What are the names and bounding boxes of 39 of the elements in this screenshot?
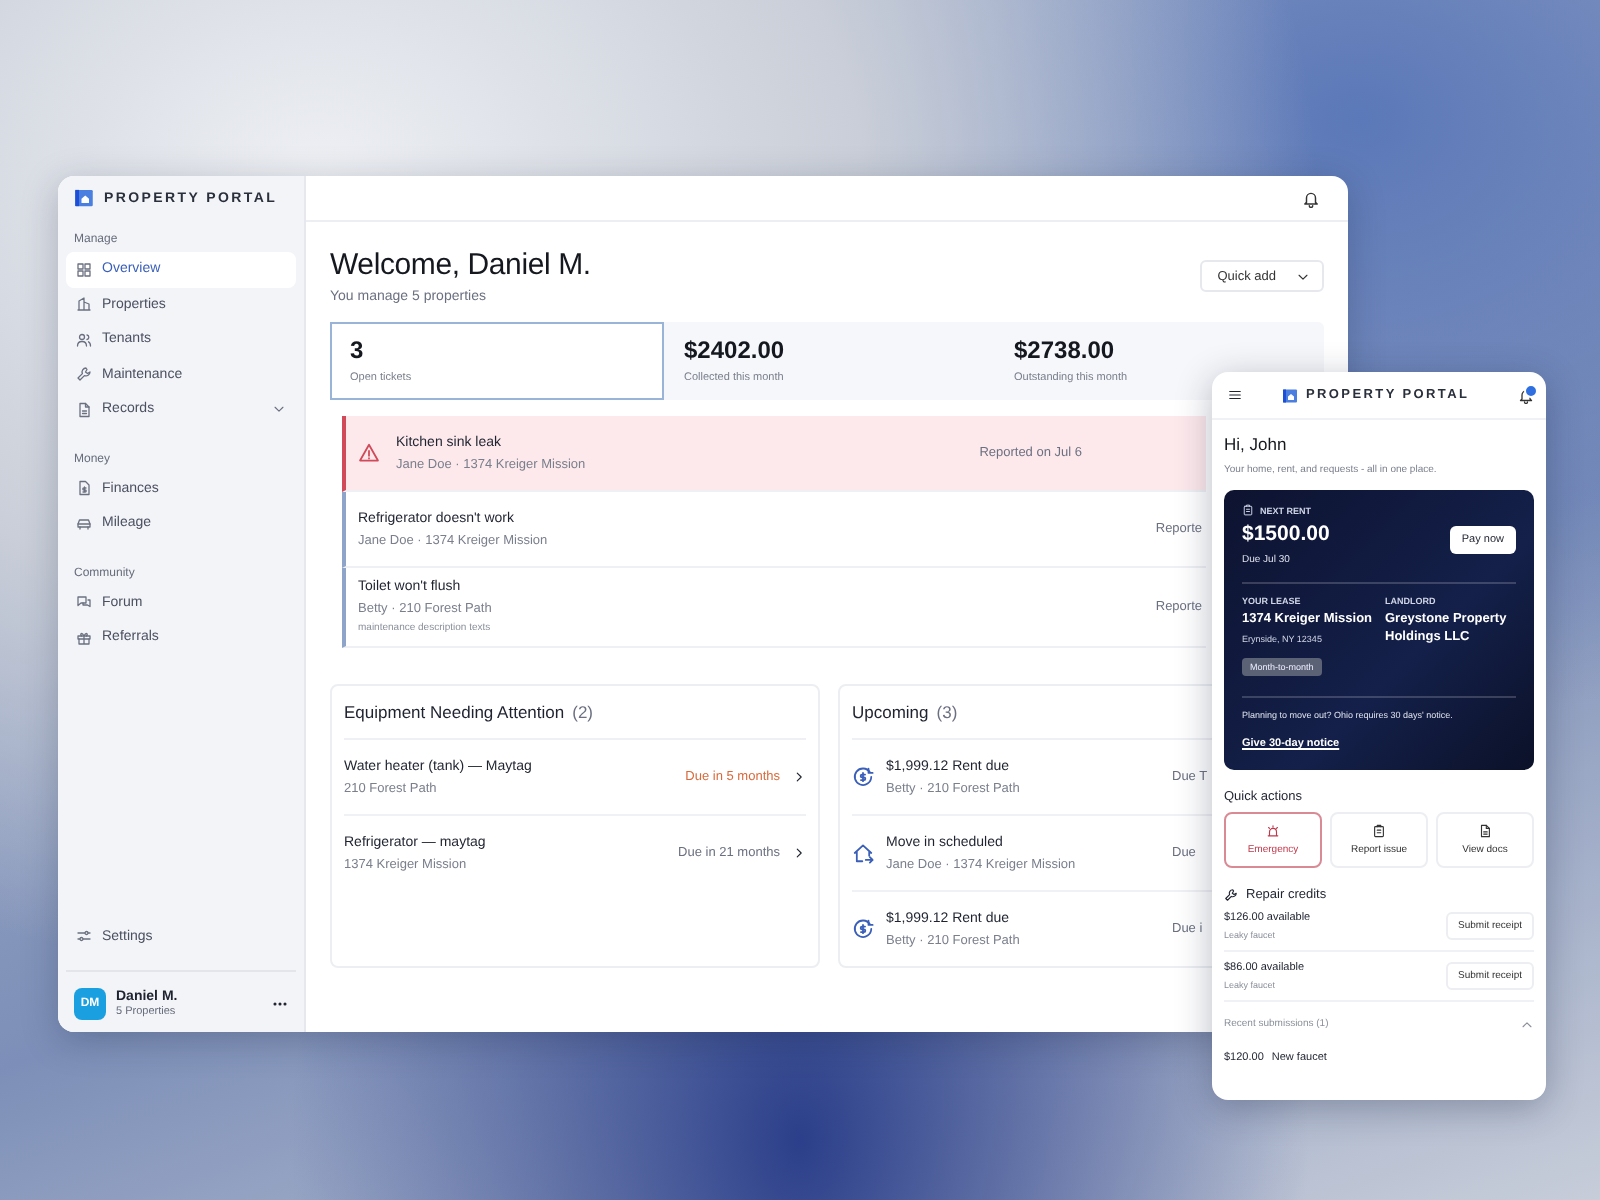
stat-value: $2402.00: [684, 336, 787, 364]
card-count: (3): [936, 702, 958, 722]
chevron-down-icon: [272, 402, 286, 417]
wrench-icon: [76, 366, 92, 383]
bell-icon: [1302, 189, 1320, 207]
warning-icon: [358, 442, 380, 464]
card-title: Upcoming: [852, 702, 929, 722]
notification-dot: [1524, 383, 1538, 397]
logo-icon: [1282, 387, 1298, 403]
building-icon: [76, 296, 92, 313]
chat-icon: [76, 594, 92, 611]
grid-icon: [76, 261, 92, 278]
people-icon: [76, 331, 92, 348]
gift-icon: [76, 629, 92, 646]
house-icon: [852, 842, 874, 864]
chevron-down-icon: [1296, 269, 1310, 283]
car-icon: [76, 515, 92, 532]
menu-icon: [1228, 388, 1242, 402]
welcome-heading: Welcome, Daniel M.: [330, 248, 591, 282]
document-icon: [76, 401, 92, 418]
siren-icon: [1266, 823, 1280, 838]
card-title: Equipment Needing Attention: [344, 702, 565, 722]
rent-amount: $1500.00: [1242, 522, 1330, 546]
stat-value: 3: [350, 336, 366, 364]
invoice-icon: [76, 480, 92, 497]
card-count: (2): [572, 702, 593, 722]
logo-icon: [74, 188, 94, 208]
dollar-icon: [852, 918, 874, 940]
dollar-icon: [852, 766, 874, 788]
bell-icon: [1518, 387, 1534, 403]
chevron-right-icon: [792, 770, 806, 784]
stat-value: $2738.00: [1014, 336, 1117, 364]
chevron-right-icon: [792, 846, 806, 860]
wrench-icon: [1224, 887, 1238, 902]
sliders-icon: [76, 928, 92, 945]
document-icon: [1478, 823, 1492, 838]
clipboard-icon: [1372, 823, 1386, 838]
greeting: Hi, John: [1224, 434, 1289, 454]
clipboard-icon: [1242, 504, 1254, 516]
